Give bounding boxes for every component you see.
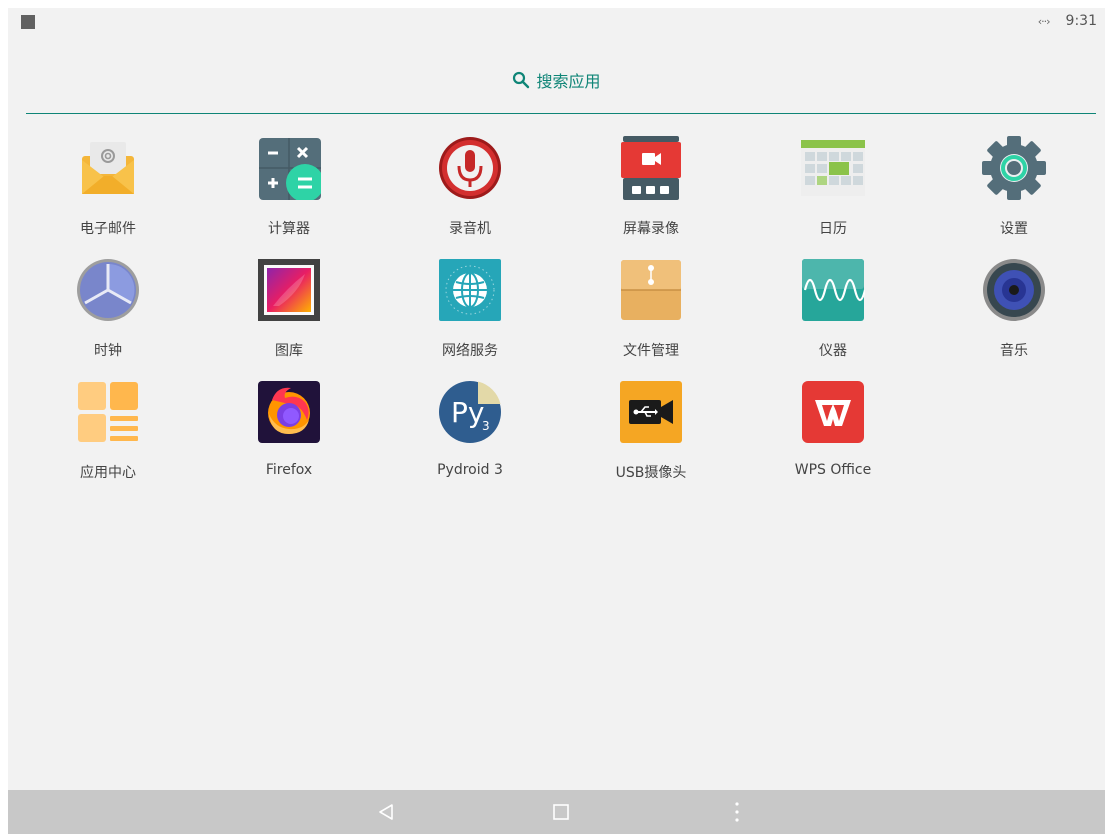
- firefox-icon: [258, 381, 320, 443]
- pydroid-icon: Py 3: [439, 381, 501, 443]
- app-wps-office[interactable]: WPS Office: [763, 380, 903, 490]
- app-recorder[interactable]: 录音机: [400, 136, 540, 246]
- app-label: 仪器: [819, 343, 847, 359]
- app-label: 文件管理: [623, 343, 679, 359]
- app-label: WPS Office: [794, 462, 872, 478]
- app-app-center[interactable]: 应用中心: [38, 380, 178, 490]
- waveform-icon: [802, 259, 865, 321]
- app-label: Pydroid 3: [437, 462, 503, 478]
- app-network-services[interactable]: 网络服务: [400, 258, 540, 368]
- home-button[interactable]: [531, 790, 591, 834]
- launcher-screen: ‹··› 9:31 搜索应用 电子邮件 计算器 录音机 屏幕录像 日历 设置 时…: [8, 8, 1105, 834]
- app-instruments[interactable]: 仪器: [763, 258, 903, 368]
- app-label: 应用中心: [80, 465, 136, 481]
- clock-icon: [77, 259, 139, 321]
- app-calculator[interactable]: 计算器: [219, 136, 359, 246]
- app-label: 音乐: [1000, 343, 1028, 359]
- app-settings[interactable]: 设置: [944, 136, 1084, 246]
- globe-icon: [439, 259, 501, 321]
- app-label: 设置: [1000, 221, 1028, 237]
- app-firefox[interactable]: Firefox: [219, 380, 359, 490]
- app-label: 日历: [819, 221, 847, 237]
- app-label: USB摄像头: [615, 465, 687, 481]
- app-calendar[interactable]: 日历: [763, 136, 903, 246]
- app-label: 网络服务: [442, 343, 498, 359]
- calculator-icon: [259, 138, 321, 200]
- app-clock[interactable]: 时钟: [38, 258, 178, 368]
- wps-office-icon: [802, 381, 864, 443]
- app-file-manager[interactable]: 文件管理: [581, 258, 721, 368]
- home-icon: [553, 804, 569, 820]
- app-label: 时钟: [94, 343, 122, 359]
- speaker-icon: [983, 259, 1045, 321]
- app-screen-recorder[interactable]: 屏幕录像: [581, 136, 721, 246]
- more-icon: [735, 802, 739, 822]
- app-label: 录音机: [449, 221, 491, 237]
- back-button[interactable]: [356, 790, 416, 834]
- app-label: 屏幕录像: [623, 221, 679, 237]
- screen-recorder-icon: [621, 136, 681, 200]
- email-icon: [82, 142, 134, 194]
- app-grid: 电子邮件 计算器 录音机 屏幕录像 日历 设置 时钟 图库 网络服务 文件管理 …: [8, 8, 1105, 834]
- app-pydroid[interactable]: Py 3 Pydroid 3: [400, 380, 540, 490]
- folder-icon: [621, 260, 681, 320]
- more-button[interactable]: [707, 790, 767, 834]
- app-gallery[interactable]: 图库: [219, 258, 359, 368]
- usb-camera-icon: [620, 381, 682, 443]
- navigation-bar: [8, 790, 1105, 834]
- app-email[interactable]: 电子邮件: [38, 136, 178, 246]
- gallery-icon: [258, 259, 320, 321]
- app-usb-camera[interactable]: USB摄像头: [581, 380, 721, 490]
- back-icon: [379, 804, 393, 820]
- app-music[interactable]: 音乐: [944, 258, 1084, 368]
- app-label: 计算器: [268, 221, 310, 237]
- app-center-icon: [78, 382, 138, 442]
- gear-icon: [982, 136, 1046, 200]
- app-label: Firefox: [265, 462, 313, 478]
- app-label: 电子邮件: [80, 221, 136, 237]
- svg-text:3: 3: [482, 419, 490, 433]
- app-label: 图库: [275, 343, 303, 359]
- svg-text:Py: Py: [451, 396, 484, 429]
- calendar-icon: [801, 140, 865, 196]
- microphone-icon: [439, 137, 501, 199]
